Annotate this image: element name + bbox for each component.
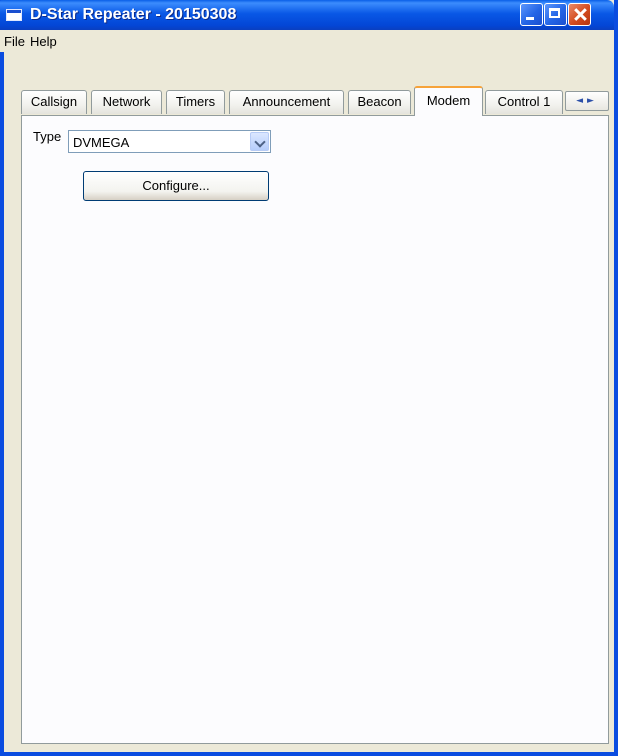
menu-bar: File Help (0, 30, 610, 52)
window-title: D-Star Repeater - 20150308 (30, 6, 237, 23)
tab-scroll-arrows[interactable]: ◄► (565, 91, 609, 111)
chevron-down-icon[interactable] (250, 132, 269, 151)
configure-button[interactable]: Configure... (83, 171, 269, 201)
modem-tab-panel (21, 115, 609, 744)
tab-beacon[interactable]: Beacon (348, 90, 411, 114)
chevron-right-icon[interactable]: ► (587, 96, 598, 106)
maximize-button[interactable] (544, 3, 567, 26)
close-button[interactable] (568, 3, 591, 26)
tab-callsign[interactable]: Callsign (21, 90, 87, 114)
modem-type-value: DVMEGA (73, 135, 130, 150)
tab-modem[interactable]: Modem (414, 86, 483, 116)
menu-help[interactable]: Help (30, 34, 57, 49)
tab-announcement[interactable]: Announcement (229, 90, 344, 114)
menu-file[interactable]: File (4, 34, 25, 49)
chevron-left-icon[interactable]: ◄ (576, 96, 587, 106)
modem-type-select[interactable]: DVMEGA (68, 130, 271, 153)
tab-control-1[interactable]: Control 1 (485, 90, 563, 114)
type-label: Type (33, 129, 62, 144)
tab-network[interactable]: Network (91, 90, 162, 114)
title-bar[interactable]: D-Star Repeater - 20150308 (0, 0, 614, 30)
minimize-button[interactable] (520, 3, 543, 26)
tab-timers[interactable]: Timers (166, 90, 225, 114)
app-icon (6, 9, 22, 21)
